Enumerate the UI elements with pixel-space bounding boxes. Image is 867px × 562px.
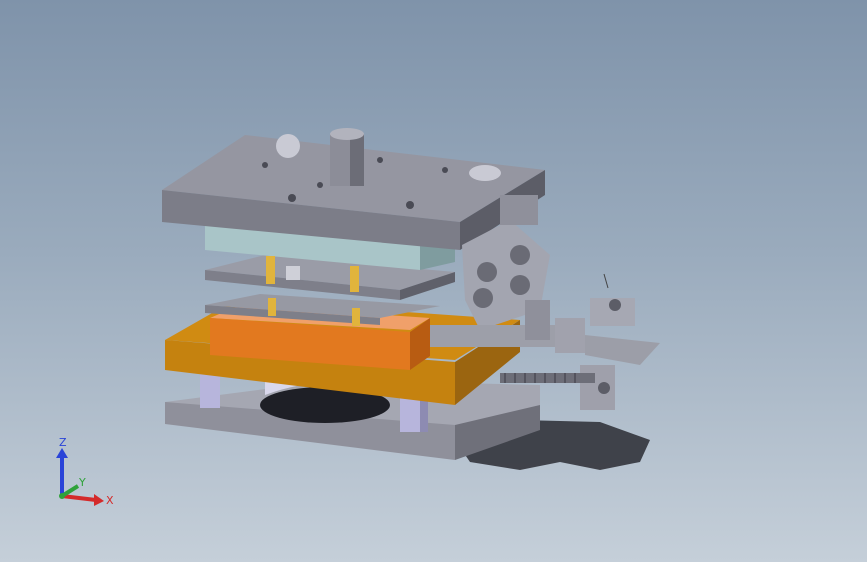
y-axis-label: Y [78,476,86,489]
top-hole-left [276,134,300,158]
punch-shank[interactable] [330,128,364,186]
z-axis-arrow [56,448,68,458]
x-axis-line [61,494,97,502]
x-axis-arrow [94,494,104,506]
x-axis-label: X [106,494,114,507]
z-axis-label: Z [59,438,67,449]
triad-origin [59,493,65,499]
top-hole-right [469,165,501,181]
reference-triad: Z Y X [56,438,114,507]
feed-screw [500,373,595,383]
die-assembly-model[interactable] [0,0,867,562]
graphics-viewport[interactable]: Z Y X [0,0,867,562]
